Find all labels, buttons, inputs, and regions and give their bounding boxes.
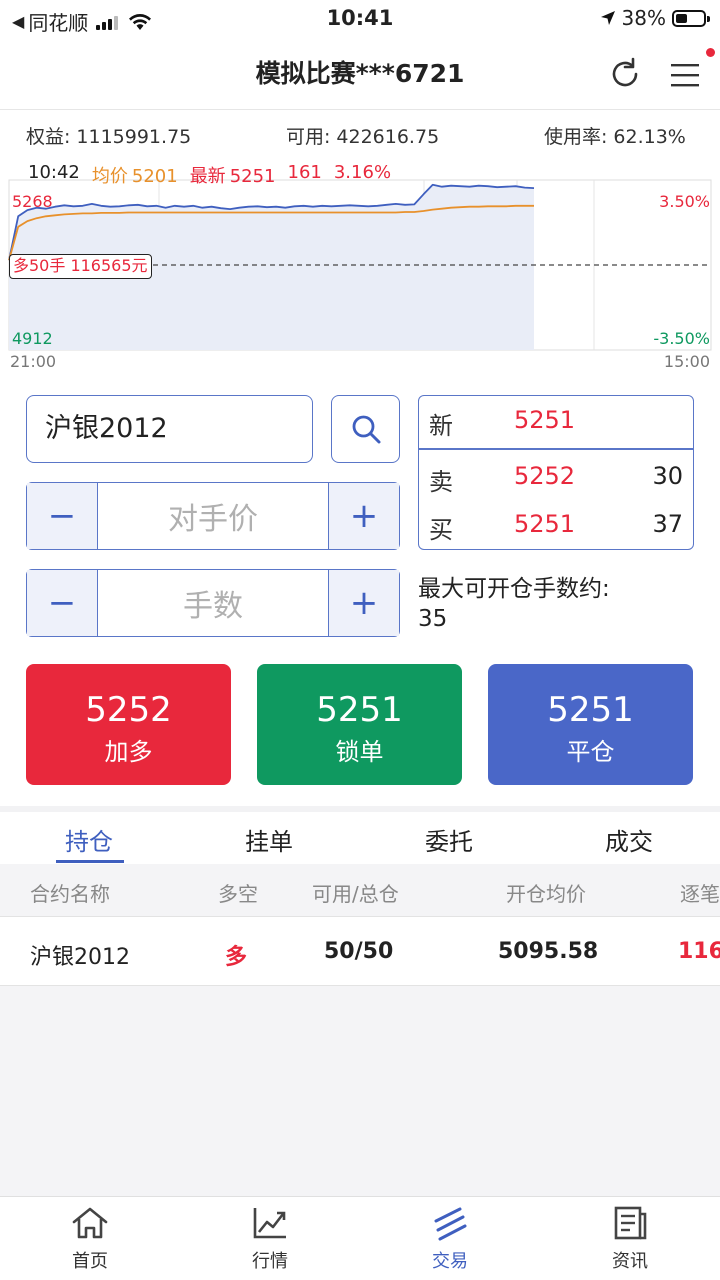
qty-input[interactable]: 手数	[97, 570, 329, 636]
table-header: 合约名称 多空 可用/总仓 开仓均价 逐笔	[0, 864, 720, 916]
location-arrow-icon	[600, 11, 615, 25]
col-contract-name: 合约名称	[30, 882, 110, 906]
bid-price: 5251	[514, 510, 576, 538]
col-avail-total: 可用/总仓	[312, 882, 399, 906]
row-side: 多	[225, 945, 248, 970]
close-position-button[interactable]: 5251 平仓	[488, 664, 693, 785]
status-bar: ◀ 同花顺 10:41 38%	[0, 0, 720, 40]
search-button[interactable]	[331, 395, 400, 463]
quote-new-row: 新 5251	[429, 406, 576, 440]
tab-trades[interactable]: 成交	[605, 822, 653, 857]
x-start-label: 21:00	[10, 352, 57, 371]
battery-percent: 38%	[621, 6, 666, 30]
equity: 权益: 1115991.75	[26, 126, 192, 148]
home-icon	[72, 1207, 108, 1239]
tab-positions[interactable]: 持仓	[65, 822, 113, 857]
max-open-label: 最大可开仓手数约:	[418, 576, 610, 602]
available: 可用: 422616.75	[286, 126, 440, 148]
bottom-tab-market[interactable]: 行情	[210, 1205, 330, 1273]
notification-dot	[706, 48, 715, 57]
ask-qty: 30	[652, 462, 683, 490]
x-end-label: 15:00	[663, 352, 710, 371]
order-tabs: 持仓 挂单 委托 成交	[0, 812, 720, 864]
chart-header: 10:42 均价 5201 最新 5251 161 3.16%	[28, 162, 403, 188]
avg-price: 均价 5201	[91, 166, 178, 187]
quote-ask-row[interactable]: 卖 5252 30	[419, 452, 693, 500]
y-low-label: 4912	[12, 329, 53, 348]
row-avail-total: 50/50	[324, 939, 394, 964]
quote-divider	[419, 448, 693, 450]
bottom-tab-home[interactable]: 首页	[30, 1205, 150, 1273]
active-tab-indicator	[56, 860, 124, 863]
usage-rate: 使用率: 62.13%	[544, 126, 686, 148]
col-side: 多空	[218, 882, 258, 906]
col-avg-open: 开仓均价	[506, 882, 586, 906]
positions-list: 合约名称 多空 可用/总仓 开仓均价 逐笔 沪银2012 多 50/50 509…	[0, 864, 720, 1196]
chart-time: 10:42	[28, 162, 80, 183]
menu-icon[interactable]	[668, 58, 702, 92]
bid-qty: 37	[652, 510, 683, 538]
ask-price: 5252	[514, 462, 576, 490]
price-stepper: − 对手价 +	[26, 482, 400, 550]
pct-low-label: -3.50%	[653, 329, 710, 348]
row-avg-open: 5095.58	[498, 939, 599, 964]
tab-orders[interactable]: 委托	[425, 822, 473, 857]
price-change: 161	[287, 162, 322, 183]
price-increase-button[interactable]: +	[329, 483, 399, 549]
y-high-label: 5268	[12, 192, 53, 211]
nav-bar: 模拟比赛***6721	[0, 40, 720, 110]
tab-pending[interactable]: 挂单	[245, 822, 293, 857]
last-price: 最新 5251	[189, 166, 276, 187]
price-decrease-button[interactable]: −	[27, 483, 97, 549]
account-summary: 权益: 1115991.75 可用: 422616.75 使用率: 62.13%	[0, 112, 720, 156]
bottom-tab-news[interactable]: 资讯	[570, 1205, 690, 1273]
refresh-icon[interactable]	[607, 56, 643, 92]
quote-new-price: 5251	[514, 406, 576, 434]
max-open-value: 35	[418, 606, 448, 632]
search-icon	[352, 415, 381, 444]
qty-increase-button[interactable]: +	[329, 570, 399, 636]
usage-value: 62.13%	[613, 126, 686, 148]
news-icon	[614, 1206, 647, 1240]
lock-position-button[interactable]: 5251 锁单	[257, 664, 462, 785]
table-row[interactable]: 沪银2012 多 50/50 5095.58 116	[0, 916, 720, 986]
row-contract: 沪银2012	[30, 945, 130, 970]
price-input[interactable]: 对手价	[97, 483, 329, 549]
battery-icon	[672, 9, 710, 27]
qty-decrease-button[interactable]: −	[27, 570, 97, 636]
price-change-pct: 3.16%	[333, 162, 392, 183]
trend-chart-icon	[253, 1208, 286, 1239]
equity-value: 1115991.75	[76, 126, 192, 148]
add-long-button[interactable]: 5252 加多	[26, 664, 231, 785]
position-badge: 多50手 116565元	[9, 254, 152, 279]
bottom-tab-trade[interactable]: 交易	[390, 1205, 510, 1273]
available-value: 422616.75	[336, 126, 440, 148]
contract-input[interactable]: 沪银2012	[26, 395, 313, 463]
row-pnl: 116	[678, 939, 720, 964]
trade-icon	[434, 1207, 467, 1241]
max-open-info: 最大可开仓手数约: 35	[418, 574, 610, 634]
col-pnl: 逐笔	[680, 882, 720, 906]
quote-panel: 新 5251 卖 5252 30 买 5251 37	[418, 395, 694, 550]
quantity-stepper: − 手数 +	[26, 569, 400, 637]
pct-high-label: 3.50%	[659, 192, 710, 211]
bottom-tab-bar: 首页 行情 交易 资讯	[0, 1196, 720, 1280]
intraday-chart[interactable]: 10:42 均价 5201 最新 5251 161 3.16% 5268 3.50%…	[0, 156, 720, 378]
quote-bid-row[interactable]: 买 5251 37	[419, 500, 693, 548]
